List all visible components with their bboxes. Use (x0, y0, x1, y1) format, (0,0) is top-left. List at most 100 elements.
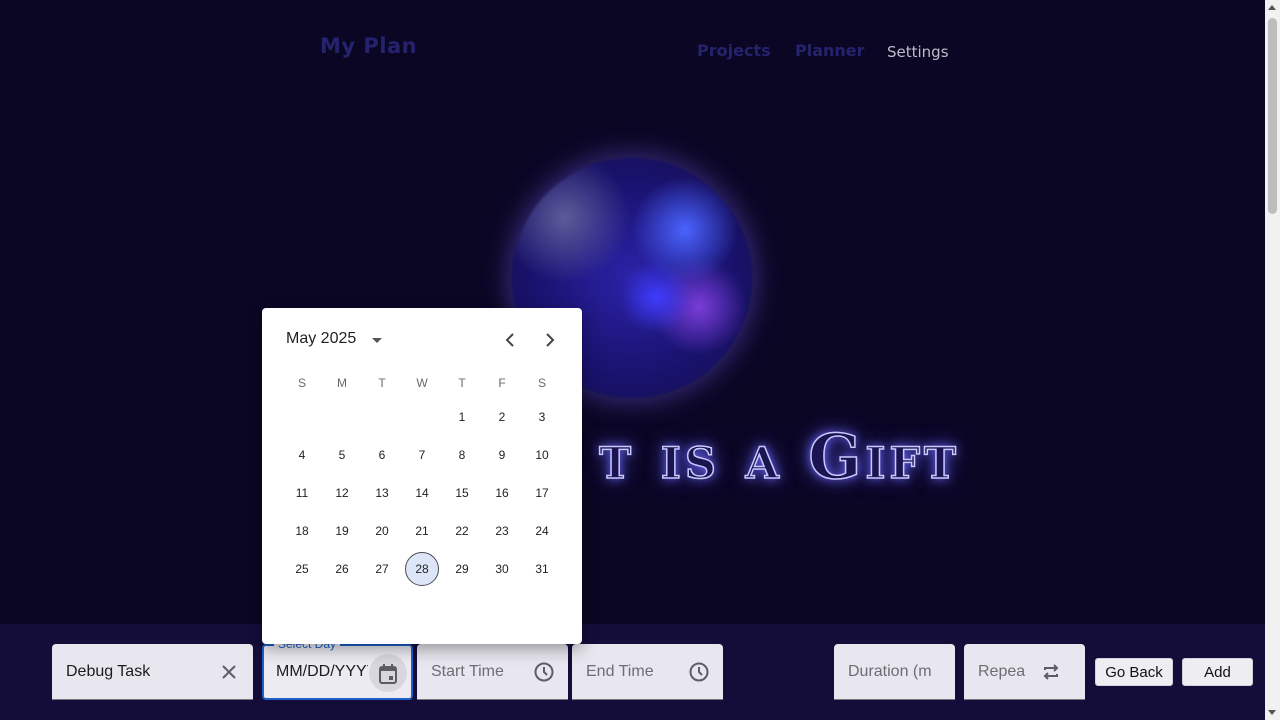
calendar-day-label: 27 (375, 562, 389, 576)
calendar-day[interactable]: 28 (402, 550, 442, 588)
duration-field[interactable]: Duration (m (834, 644, 955, 700)
date-picker-popup: May 2025 S M T W T F S 1 2 3 4 5 6 7 8 9 10 11 12 13… (262, 308, 582, 644)
calendar-day-label: 22 (455, 524, 469, 538)
calendar-day-label: 6 (378, 448, 386, 462)
calendar-day[interactable]: 10 (522, 436, 562, 474)
calendar-day[interactable]: 8 (442, 436, 482, 474)
calendar-day-label: 30 (495, 562, 509, 576)
chevron-left-icon[interactable] (498, 330, 522, 350)
calendar-day[interactable]: 11 (282, 474, 322, 512)
calendar-day-label: 17 (535, 486, 549, 500)
calendar-day[interactable]: 29 (442, 550, 482, 588)
month-selector[interactable]: May 2025 (286, 330, 383, 348)
calendar-day-label: 10 (535, 448, 549, 462)
scrollbar[interactable] (1265, 0, 1280, 720)
clock-icon[interactable] (687, 660, 711, 684)
calendar-day[interactable]: 6 (362, 436, 402, 474)
weekday-label: F (498, 376, 506, 390)
repeat-input[interactable]: Repea (964, 663, 1038, 681)
select-day-field[interactable]: Select Day MM/DD/YYYY (262, 637, 413, 700)
calendar-day[interactable]: 1 (442, 398, 482, 436)
brand-title[interactable]: My Plan (320, 34, 417, 58)
nav-settings[interactable]: Settings (887, 43, 949, 61)
calendar-day-label: 19 (335, 524, 349, 538)
calendar-day[interactable]: 22 (442, 512, 482, 550)
clear-icon[interactable] (217, 660, 241, 684)
calendar-day-label: 4 (298, 448, 306, 462)
calendar-day[interactable]: 25 (282, 550, 322, 588)
duration-input[interactable]: Duration (m (834, 663, 932, 681)
weekday-label: T (378, 376, 386, 390)
go-back-button[interactable]: Go Back (1095, 658, 1173, 686)
end-time-input[interactable]: End Time (572, 663, 654, 681)
caret-down-icon[interactable] (372, 337, 383, 343)
calendar-day[interactable]: 23 (482, 512, 522, 550)
calendar-day-label: 23 (495, 524, 509, 538)
calendar-day-empty (362, 398, 402, 436)
calendar-day-label: 25 (295, 562, 309, 576)
calendar-day-label: 16 (495, 486, 509, 500)
calendar-day[interactable]: 20 (362, 512, 402, 550)
weekday-label: M (337, 376, 347, 390)
calendar-day[interactable]: 7 (402, 436, 442, 474)
month-label[interactable]: May 2025 (286, 330, 356, 348)
calendar-day[interactable]: 27 (362, 550, 402, 588)
calendar-day[interactable]: 17 (522, 474, 562, 512)
calendar-day-label (285, 400, 319, 434)
calendar-day-label: 29 (455, 562, 469, 576)
calendar-day-label: 20 (375, 524, 389, 538)
calendar-day[interactable]: 9 (482, 436, 522, 474)
calendar-day-label: 26 (335, 562, 349, 576)
calendar-day[interactable]: 16 (482, 474, 522, 512)
calendar-day-label: 28 (405, 552, 439, 586)
calendar-week-row: 11 12 13 14 15 16 17 (282, 474, 562, 512)
calendar-icon[interactable] (376, 662, 400, 686)
calendar-week-row: 1 2 3 (282, 398, 562, 436)
calendar-day[interactable]: 15 (442, 474, 482, 512)
task-name-value[interactable]: Debug Task (52, 663, 150, 681)
select-day-input[interactable]: MM/DD/YYYY (264, 663, 368, 681)
scroll-down-icon[interactable] (1268, 710, 1276, 715)
calendar-day-empty (402, 398, 442, 436)
calendar-day-label: 21 (415, 524, 429, 538)
calendar-day-label: 11 (295, 486, 309, 500)
calendar-day-label: 31 (535, 562, 549, 576)
nav-planner[interactable]: Planner (795, 41, 865, 60)
start-time-field[interactable]: Start Time (417, 644, 568, 700)
scrollbar-thumb[interactable] (1268, 18, 1277, 214)
chevron-right-icon[interactable] (538, 330, 562, 350)
nav-projects[interactable]: Projects (697, 41, 771, 60)
start-time-input[interactable]: Start Time (417, 663, 504, 681)
calendar-day[interactable]: 21 (402, 512, 442, 550)
calendar-day[interactable]: 14 (402, 474, 442, 512)
calendar-day[interactable]: 26 (322, 550, 362, 588)
weekday-label: W (416, 376, 428, 390)
calendar-week-row: 18 19 20 21 22 23 24 (282, 512, 562, 550)
add-button[interactable]: Add (1182, 658, 1253, 686)
calendar-day-label: 7 (418, 448, 426, 462)
calendar-day[interactable]: 30 (482, 550, 522, 588)
calendar-day[interactable]: 4 (282, 436, 322, 474)
repeat-icon[interactable] (1039, 660, 1063, 684)
calendar-day[interactable]: 2 (482, 398, 522, 436)
repeat-field[interactable]: Repea (964, 644, 1085, 700)
calendar-day[interactable]: 13 (362, 474, 402, 512)
calendar-day[interactable]: 24 (522, 512, 562, 550)
calendar-day[interactable]: 12 (322, 474, 362, 512)
calendar-day-label: 12 (335, 486, 349, 500)
calendar-grid: S M T W T F S 1 2 3 4 5 6 7 8 9 10 11 12 13 14 15 16 17 1… (282, 368, 562, 588)
calendar-day[interactable]: 18 (282, 512, 322, 550)
calendar-day-label (405, 400, 439, 434)
weekday-label: S (297, 376, 306, 390)
end-time-field[interactable]: End Time (572, 644, 723, 700)
clock-icon[interactable] (532, 660, 556, 684)
task-name-field[interactable]: Debug Task (52, 644, 253, 700)
calendar-day-label: 14 (415, 486, 429, 500)
calendar-day-label: 2 (498, 410, 506, 424)
calendar-day[interactable]: 31 (522, 550, 562, 588)
calendar-day[interactable]: 5 (322, 436, 362, 474)
calendar-day[interactable]: 3 (522, 398, 562, 436)
calendar-day-label (365, 400, 399, 434)
calendar-day[interactable]: 19 (322, 512, 362, 550)
scroll-up-icon[interactable] (1268, 5, 1276, 10)
